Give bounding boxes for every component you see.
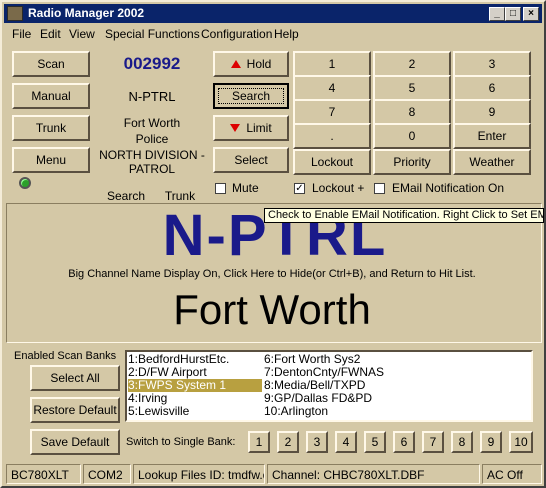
channel-service: Police xyxy=(135,132,169,146)
single-bank-4-button[interactable]: 4 xyxy=(335,431,357,453)
manual-button[interactable]: Manual xyxy=(12,83,90,109)
single-bank-9-button[interactable]: 9 xyxy=(480,431,502,453)
key-9[interactable]: 9 xyxy=(453,99,531,125)
hold-label: Hold xyxy=(246,57,272,71)
lockout-plus-label: Lockout + xyxy=(312,181,365,195)
key-1[interactable]: 1 xyxy=(293,51,371,77)
save-default-button[interactable]: Save Default xyxy=(30,429,120,455)
mode-trunk-label: Trunk xyxy=(164,189,196,203)
channel-division: NORTH DIVISION - PATROL xyxy=(99,148,205,176)
app-window: Radio Manager 2002 _ □ × File Edit View … xyxy=(0,0,546,488)
lockout-button[interactable]: Lockout xyxy=(293,149,371,175)
hold-button[interactable]: Hold xyxy=(213,51,289,77)
select-all-button[interactable]: Select All xyxy=(30,365,120,391)
limit-label: Limit xyxy=(246,121,272,135)
single-bank-5-button[interactable]: 5 xyxy=(364,431,386,453)
mute-label: Mute xyxy=(232,181,259,195)
minimize-button[interactable]: _ xyxy=(489,7,505,21)
channel-number: 002992 xyxy=(123,54,181,73)
status-lookup: Lookup Files ID: tmdfw.dbf xyxy=(133,464,265,484)
menu-file[interactable]: File xyxy=(12,27,31,41)
key-7[interactable]: 7 xyxy=(293,99,371,125)
big-display-panel[interactable]: N-PTRL Big Channel Name Display On, Clic… xyxy=(6,203,542,343)
single-bank-8-button[interactable]: 8 xyxy=(451,431,473,453)
limit-button[interactable]: Limit xyxy=(213,115,289,141)
single-bank-2-button[interactable]: 2 xyxy=(277,431,299,453)
search-button[interactable]: Search xyxy=(213,83,289,109)
menu-edit[interactable]: Edit xyxy=(40,27,61,41)
status-model: BC780XLT xyxy=(6,464,81,484)
menu-view[interactable]: View xyxy=(69,27,95,41)
scan-button[interactable]: Scan xyxy=(12,51,90,77)
single-bank-label: Switch to Single Bank: xyxy=(126,436,236,448)
single-bank-10-button[interactable]: 10 xyxy=(509,431,533,453)
menu-configuration[interactable]: Configuration xyxy=(201,27,272,41)
lockout-plus-checkbox[interactable]: ✓ xyxy=(294,183,305,194)
key-8[interactable]: 8 xyxy=(373,99,451,125)
scan-banks-heading: Enabled Scan Banks xyxy=(14,350,117,362)
single-bank-6-button[interactable]: 6 xyxy=(393,431,415,453)
restore-default-button[interactable]: Restore Default xyxy=(30,397,120,423)
single-bank-3-button[interactable]: 3 xyxy=(306,431,328,453)
arrow-up-icon xyxy=(230,60,241,68)
key-0[interactable]: 0 xyxy=(373,123,451,149)
menu-button[interactable]: Menu xyxy=(12,147,90,173)
app-icon xyxy=(7,6,23,21)
key-dot[interactable]: . xyxy=(293,123,371,149)
close-button[interactable]: × xyxy=(523,7,539,21)
key-enter[interactable]: Enter xyxy=(453,123,531,149)
mode-search-label: Search xyxy=(106,189,146,203)
title-bar: Radio Manager 2002 _ □ × xyxy=(4,4,542,23)
priority-button[interactable]: Priority xyxy=(373,149,451,175)
channel-name: N-PTRL xyxy=(128,89,176,104)
bank-item[interactable]: 10:Arlington xyxy=(264,405,328,418)
key-4[interactable]: 4 xyxy=(293,75,371,101)
email-notification-label: EMail Notification On xyxy=(392,181,505,195)
single-bank-7-button[interactable]: 7 xyxy=(422,431,444,453)
maximize-button[interactable]: □ xyxy=(505,7,521,21)
key-2[interactable]: 2 xyxy=(373,51,451,77)
big-display-hint: Big Channel Name Display On, Click Here … xyxy=(68,268,476,280)
menu-help[interactable]: Help xyxy=(274,27,299,41)
channel-city: Fort Worth xyxy=(123,116,181,130)
key-5[interactable]: 5 xyxy=(373,75,451,101)
mute-checkbox[interactable] xyxy=(215,183,226,194)
menu-special-functions[interactable]: Special Functions xyxy=(105,27,200,41)
big-channel-city: Fort Worth xyxy=(173,286,371,333)
key-6[interactable]: 6 xyxy=(453,75,531,101)
weather-button[interactable]: Weather xyxy=(453,149,531,175)
select-button[interactable]: Select xyxy=(213,147,289,173)
trunk-button[interactable]: Trunk xyxy=(12,115,90,141)
window-title: Radio Manager 2002 xyxy=(28,6,145,20)
status-channel-file: Channel: CHBC780XLT.DBF xyxy=(267,464,480,484)
menu-bar: File Edit View Special Functions Configu… xyxy=(4,25,542,43)
status-port: COM2 xyxy=(83,464,131,484)
arrow-down-icon xyxy=(230,124,241,132)
email-notification-checkbox[interactable] xyxy=(374,183,385,194)
email-tooltip: Check to Enable EMail Notification. Righ… xyxy=(264,208,544,223)
signal-led-icon xyxy=(19,177,31,189)
focus-rect xyxy=(218,88,284,104)
status-ac: AC Off xyxy=(482,464,542,484)
scan-bank-list[interactable]: 1:BedfordHurstEtc. 2:D/FW Airport 3:FWPS… xyxy=(125,350,533,422)
single-bank-1-button[interactable]: 1 xyxy=(248,431,270,453)
bank-item[interactable]: 5:Lewisville xyxy=(128,405,189,418)
key-3[interactable]: 3 xyxy=(453,51,531,77)
